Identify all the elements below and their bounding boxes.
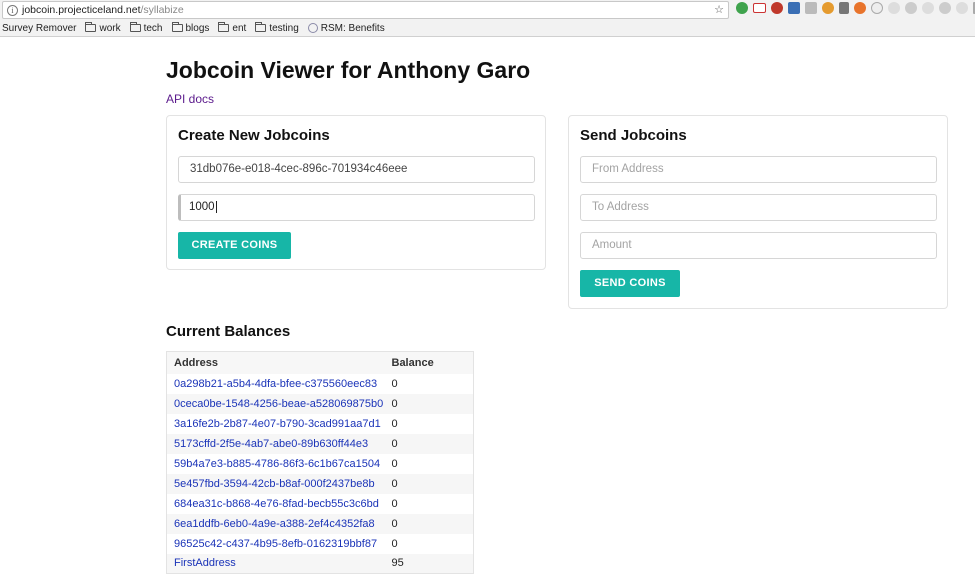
send-coins-card: Send Jobcoins From Address To Address Am… xyxy=(568,115,948,309)
pencil-icon[interactable] xyxy=(839,2,849,14)
folder-icon xyxy=(218,22,230,32)
extension-icon[interactable] xyxy=(871,2,883,14)
create-amount-value: 1000 xyxy=(189,201,215,213)
extension-icon[interactable] xyxy=(822,2,834,14)
extension-icon[interactable] xyxy=(922,2,934,14)
balance-value: 0 xyxy=(384,513,474,534)
globe-icon xyxy=(307,23,318,33)
bookmark-survey-remover[interactable]: Survey Remover xyxy=(2,23,76,34)
folder-icon xyxy=(85,22,97,32)
table-row: 3a16fe2b-2b87-4e07-b790-3cad991aa7d1 0 xyxy=(167,414,474,434)
bookmark-blogs[interactable]: blogs xyxy=(171,22,210,34)
table-row: 5173cffd-2f5e-4ab7-abe0-89b630ff44e3 0 xyxy=(166,433,474,454)
create-amount-field[interactable]: 1000 xyxy=(178,194,535,221)
adblock-icon[interactable] xyxy=(771,2,783,14)
send-coins-button[interactable]: SEND COINS xyxy=(580,270,680,297)
shield-icon[interactable] xyxy=(805,2,817,14)
extension-icon[interactable] xyxy=(788,2,800,14)
extension-icon[interactable] xyxy=(956,2,968,14)
bookmark-label: testing xyxy=(269,22,299,34)
extension-icon[interactable] xyxy=(888,2,900,14)
gmail-icon[interactable] xyxy=(753,3,766,13)
table-row: 59b4a7e3-b885-4786-86f3-6c1b67ca1504 0 xyxy=(167,454,474,474)
create-coins-card: Create New Jobcoins 31db076e-e018-4cec-8… xyxy=(166,115,546,270)
address-bar[interactable]: i jobcoin.projecticeland.net/syllabize ☆ xyxy=(2,1,729,19)
table-row: FirstAddress 95 xyxy=(166,553,474,574)
balance-value: 0 xyxy=(384,433,474,454)
table-header-row: Address Balance xyxy=(166,351,474,374)
extension-icon[interactable] xyxy=(905,2,917,14)
balance-value: 0 xyxy=(384,393,474,414)
address-link[interactable]: 59b4a7e3-b885-4786-86f3-6c1b67ca1504 xyxy=(167,454,385,474)
info-icon[interactable]: i xyxy=(7,4,18,16)
create-address-field[interactable]: 31db076e-e018-4cec-896c-701934c46eee xyxy=(178,156,535,183)
page-title: Jobcoin Viewer for Anthony Garo xyxy=(166,57,531,83)
table-row: 5e457fbd-3594-42cb-b8af-000f2437be8b 0 xyxy=(166,473,474,494)
browser-toolbar: i jobcoin.projecticeland.net/syllabize ☆ xyxy=(0,0,975,20)
text-caret xyxy=(215,200,217,213)
balance-value: 0 xyxy=(384,473,474,494)
table-row: 96525c42-c437-4b95-8efb-0162319bbf87 0 xyxy=(167,534,474,554)
balance-value: 0 xyxy=(391,417,398,430)
table-row: 0ceca0be-1548-4256-beae-a528069875b0 0 xyxy=(166,393,474,414)
api-docs-link[interactable]: API docs xyxy=(166,92,214,106)
bookmark-rsm-benefits[interactable]: RSM: Benefits xyxy=(307,22,385,34)
extension-icon[interactable] xyxy=(854,2,866,14)
address-link[interactable]: 3a16fe2b-2b87-4e07-b790-3cad991aa7d1 xyxy=(167,414,385,434)
create-card-title: Create New Jobcoins xyxy=(178,127,330,144)
address-link[interactable]: FirstAddress xyxy=(166,553,385,574)
url-path: /syllabize xyxy=(140,4,184,16)
create-address-value: 31db076e-e018-4cec-896c-701934c46eee xyxy=(190,163,408,175)
bookmark-testing[interactable]: testing xyxy=(255,22,299,34)
amount-field[interactable]: Amount xyxy=(580,232,937,259)
balance-value: 0 xyxy=(391,457,398,470)
address-link[interactable]: 0ceca0be-1548-4256-beae-a528069875b0 xyxy=(166,393,385,414)
balances-title: Current Balances xyxy=(166,323,291,340)
table-row: 0a298b21-a5b4-4dfa-bfee-c375560eec83 0 xyxy=(167,374,474,394)
address-link[interactable]: 5173cffd-2f5e-4ab7-abe0-89b630ff44e3 xyxy=(166,433,385,454)
folder-icon xyxy=(171,22,183,32)
bookmark-label: RSM: Benefits xyxy=(320,22,385,34)
address-link[interactable]: 684ea31c-b868-4e76-8fad-becb55c3c6bd xyxy=(167,494,385,514)
address-link[interactable]: 0a298b21-a5b4-4dfa-bfee-c375560eec83 xyxy=(167,374,385,394)
balance-value: 0 xyxy=(391,497,398,510)
balance-value: 0 xyxy=(391,377,398,390)
bookmarks-bar: Survey Remover work tech blogs ent testi… xyxy=(0,20,975,37)
bookmark-label: work xyxy=(99,22,121,34)
create-coins-button[interactable]: CREATE COINS xyxy=(178,232,291,259)
bookmark-label: ent xyxy=(232,22,247,34)
bookmark-label: tech xyxy=(143,22,163,34)
bookmark-label: Survey Remover xyxy=(2,22,77,34)
address-link[interactable]: 5e457fbd-3594-42cb-b8af-000f2437be8b xyxy=(166,473,385,494)
column-header-address: Address xyxy=(166,351,385,374)
address-link[interactable]: 96525c42-c437-4b95-8efb-0162319bbf87 xyxy=(167,534,385,554)
balance-value: 0 xyxy=(391,537,398,550)
url-host: jobcoin.projecticeland.net xyxy=(22,4,141,16)
bookmark-tech[interactable]: tech xyxy=(129,22,163,34)
send-card-title: Send Jobcoins xyxy=(580,127,687,144)
to-address-field[interactable]: To Address xyxy=(580,194,937,221)
bookmark-ent[interactable]: ent xyxy=(218,22,247,34)
search-icon[interactable] xyxy=(939,2,951,14)
folder-icon xyxy=(129,22,141,32)
folder-icon xyxy=(255,22,267,32)
balance-value: 95 xyxy=(384,553,474,574)
extension-icons xyxy=(736,2,975,14)
table-row: 6ea1ddfb-6eb0-4a9e-a388-2ef4c4352fa8 0 xyxy=(166,513,474,534)
balances-table: Address Balance 0a298b21-a5b4-4dfa-bfee-… xyxy=(166,351,474,574)
from-address-field[interactable]: From Address xyxy=(580,156,937,183)
bookmark-work[interactable]: work xyxy=(85,22,121,34)
column-header-balance: Balance xyxy=(384,351,474,374)
extension-icon[interactable] xyxy=(736,2,748,14)
bookmark-star-icon[interactable]: ☆ xyxy=(714,3,724,16)
address-link[interactable]: 6ea1ddfb-6eb0-4a9e-a388-2ef4c4352fa8 xyxy=(166,513,385,534)
table-row: 684ea31c-b868-4e76-8fad-becb55c3c6bd 0 xyxy=(167,494,474,514)
bookmark-label: blogs xyxy=(185,22,210,34)
